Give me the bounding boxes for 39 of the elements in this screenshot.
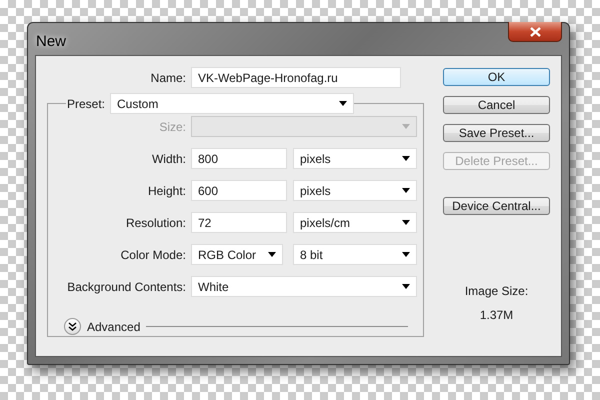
dropdown-field[interactable]: 8 bit — [293, 244, 417, 265]
input-field[interactable]: 600 — [191, 180, 287, 201]
info-value: 1.37M — [478, 308, 514, 322]
input-field[interactable]: 800 — [191, 148, 287, 169]
expand-button[interactable] — [64, 318, 81, 335]
unit-dropdown[interactable]: pixels/cm — [293, 212, 417, 233]
field-label: Width: — [150, 152, 187, 166]
dropdown-arrow-icon — [402, 252, 410, 257]
field-label: Resolution: — [124, 216, 187, 230]
unit-dropdown[interactable]: pixels — [293, 148, 417, 169]
dropdown-field[interactable]: White — [191, 276, 417, 297]
field-label: Color Mode: — [120, 248, 187, 262]
dropdown-arrow-icon — [402, 220, 410, 225]
dialog-button[interactable]: Cancel — [443, 96, 550, 114]
dropdown-field[interactable]: Custom — [110, 93, 354, 114]
field-label: Height: — [146, 184, 187, 198]
dialog-button[interactable]: Device Central... — [443, 197, 550, 215]
dropdown-arrow-icon — [268, 252, 276, 257]
unit-dropdown[interactable]: pixels — [293, 180, 417, 201]
field-label: Background Contents: — [66, 280, 187, 294]
dropdown-arrow-icon — [402, 188, 410, 193]
dropdown-arrow-icon — [339, 101, 347, 106]
close-icon — [530, 26, 540, 36]
info-label: Image Size: — [464, 284, 530, 298]
window-title: New — [36, 33, 66, 50]
field-label: Size: — [158, 120, 187, 134]
dropdown-arrow-icon — [402, 284, 410, 289]
chevron-icon — [68, 322, 77, 331]
dropdown-field[interactable]: RGB Color — [191, 244, 283, 265]
close-button[interactable] — [508, 22, 562, 42]
section-label: Advanced — [87, 320, 140, 334]
dialog-button[interactable]: OK — [443, 68, 550, 86]
field-label: Preset: — [66, 96, 106, 110]
dropdown-arrow-icon — [402, 124, 410, 129]
dialog-button[interactable]: Save Preset... — [443, 124, 550, 142]
dropdown-arrow-icon — [402, 156, 410, 161]
field-label: Name: — [150, 70, 187, 84]
input-field[interactable]: 72 — [191, 212, 287, 233]
input-field[interactable]: VK-WebPage-Hronofag.ru — [191, 67, 401, 88]
